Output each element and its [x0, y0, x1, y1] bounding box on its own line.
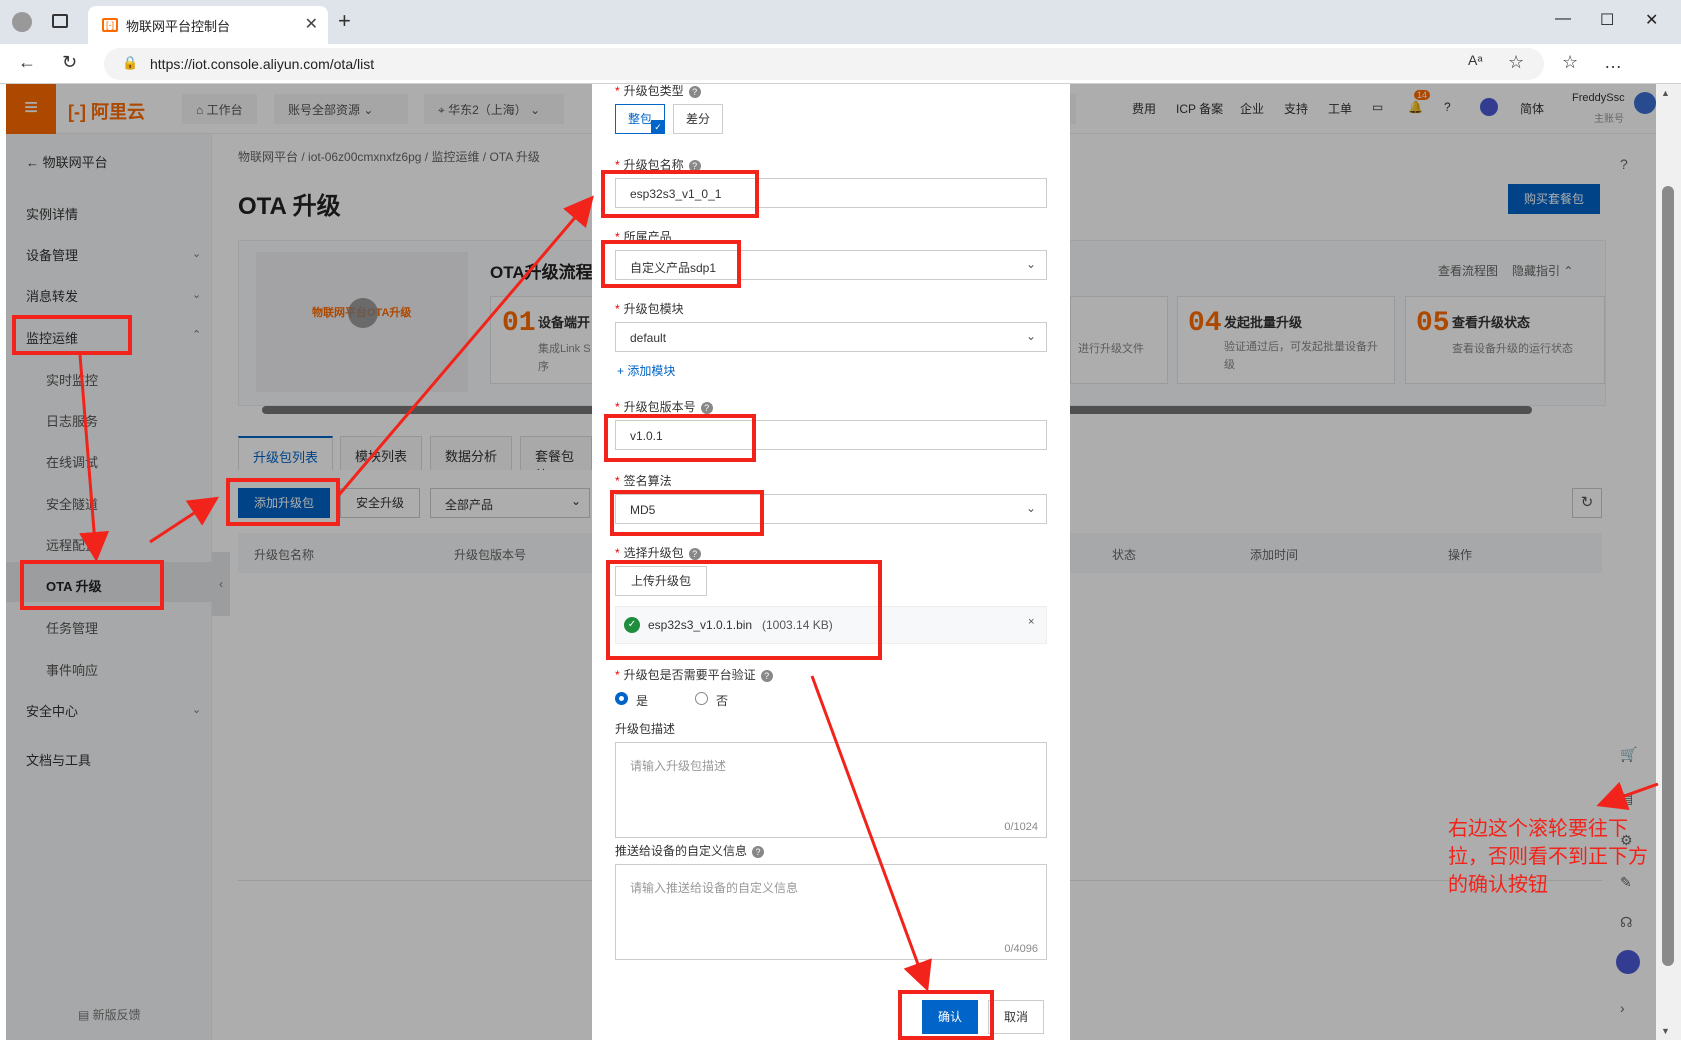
arrow-monitor-to-ota — [78, 354, 110, 562]
arrow-add-to-dialog — [336, 195, 594, 497]
arrow-file-to-confirm — [810, 675, 932, 992]
arrow-note-to-scrollbar — [1596, 781, 1659, 811]
arrow-ota-to-add — [149, 496, 220, 544]
annotation-arrows — [78, 195, 1659, 992]
annotation-note: 右边这个滚轮要往下拉，否则看不到正下方的确认按钮 — [1448, 818, 1648, 896]
